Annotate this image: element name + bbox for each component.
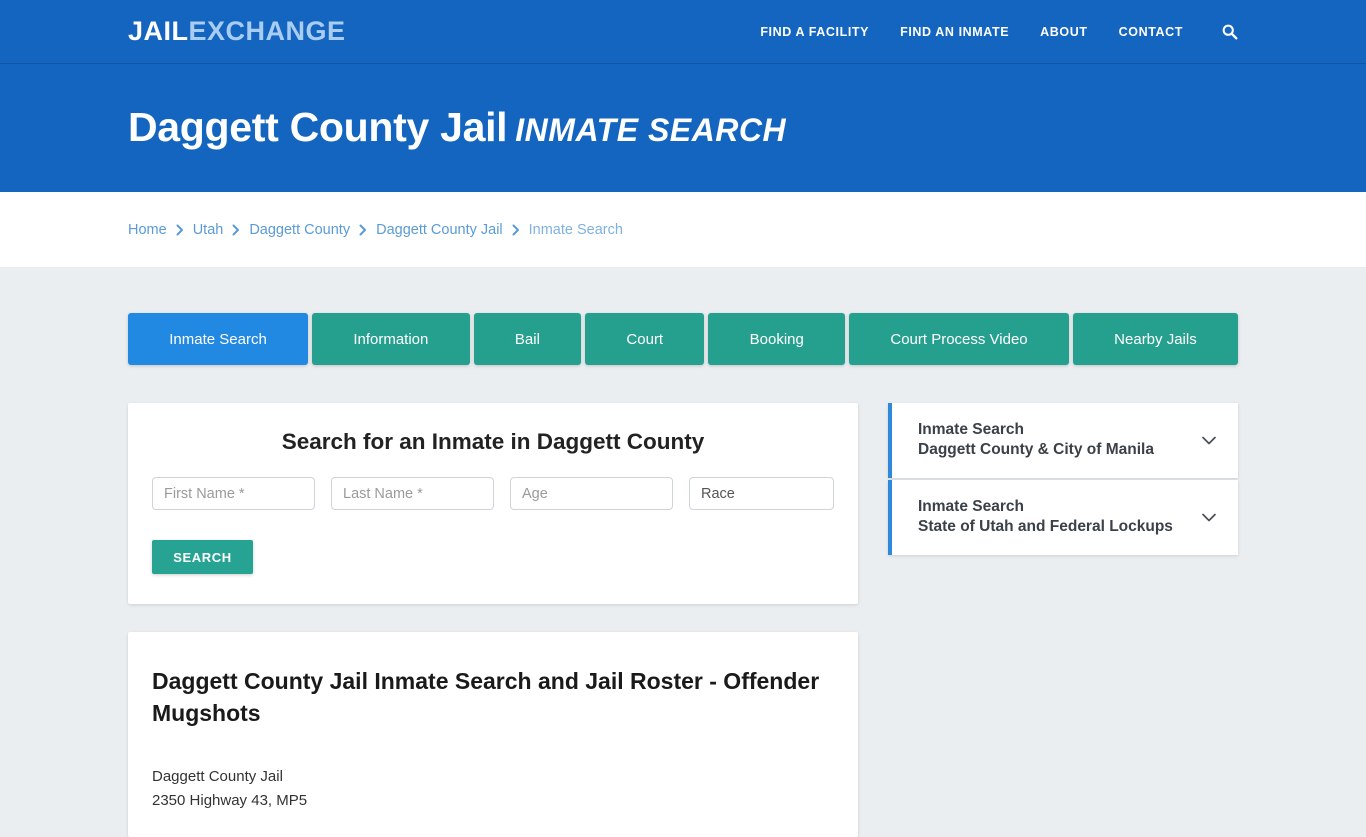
search-fields: Race — [152, 477, 834, 510]
breadcrumb-separator-icon — [176, 224, 184, 236]
article-card: Daggett County Jail Inmate Search and Ja… — [128, 632, 858, 837]
logo-text-primary: JAIL — [128, 16, 189, 46]
site-header: JAILEXCHANGE FIND A FACILITY FIND AN INM… — [0, 0, 1366, 64]
article-address-line-2: 2350 Highway 43, MP5 — [152, 792, 308, 810]
inmate-search-card: Search for an Inmate in Daggett County R… — [128, 403, 858, 604]
page-content: Inmate Search Information Bail Court Boo… — [0, 267, 1366, 837]
tab-court[interactable]: Court — [585, 313, 705, 365]
accordion-item-title: Inmate Search — [918, 497, 1024, 515]
tab-bail[interactable]: Bail — [473, 313, 582, 365]
search-button[interactable]: SEARCH — [152, 540, 253, 574]
sidebar: Inmate Search Daggett County & City of M… — [888, 403, 1238, 555]
breadcrumb-separator-icon — [232, 224, 240, 236]
nav-item-contact[interactable]: CONTACT — [1119, 25, 1183, 39]
section-tabs: Inmate Search Information Bail Court Boo… — [128, 267, 1238, 365]
page-title-main: Daggett County Jail — [128, 104, 508, 151]
accordion-item-text: Inmate Search Daggett County & City of M… — [918, 420, 1188, 461]
tab-booking[interactable]: Booking — [708, 313, 846, 365]
nav-item-find-an-inmate[interactable]: FIND AN INMATE — [900, 25, 1009, 39]
chevron-down-icon — [1198, 506, 1220, 528]
breadcrumb-item-daggett-county-jail[interactable]: Daggett County Jail — [376, 222, 503, 238]
chevron-down-icon — [1198, 429, 1220, 451]
breadcrumb: Home Utah Daggett County Daggett County … — [128, 222, 623, 238]
hero-banner: Daggett County Jail Inmate Search — [0, 64, 1366, 192]
race-select[interactable]: Race — [689, 477, 834, 510]
article-title: Daggett County Jail Inmate Search and Ja… — [152, 668, 820, 726]
breadcrumb-item-home[interactable]: Home — [128, 222, 167, 238]
tab-inmate-search[interactable]: Inmate Search — [128, 313, 309, 365]
page-title-sub: Inmate Search — [515, 112, 787, 149]
breadcrumb-item-utah[interactable]: Utah — [193, 222, 224, 238]
breadcrumb-separator-icon — [359, 224, 367, 236]
accordion-item-daggett-county[interactable]: Inmate Search Daggett County & City of M… — [888, 403, 1238, 478]
main-navigation: FIND A FACILITY FIND AN INMATE ABOUT CON… — [760, 23, 1238, 41]
breadcrumb-bar: Home Utah Daggett County Daggett County … — [0, 192, 1366, 267]
breadcrumb-item-daggett-county[interactable]: Daggett County — [249, 222, 350, 238]
logo-text-secondary: EXCHANGE — [188, 16, 346, 46]
accordion-item-subtitle: Daggett County & City of Manila — [918, 441, 1154, 459]
tab-court-process-video[interactable]: Court Process Video — [849, 313, 1069, 365]
main-column: Search for an Inmate in Daggett County R… — [128, 403, 858, 837]
accordion-item-title: Inmate Search — [918, 421, 1024, 438]
accordion-item-text: Inmate Search State of Utah and Federal … — [918, 497, 1188, 538]
content-columns: Search for an Inmate in Daggett County R… — [128, 403, 1238, 837]
nav-item-find-a-facility[interactable]: FIND A FACILITY — [760, 25, 869, 39]
accordion-item-subtitle: State of Utah and Federal Lockups — [918, 518, 1173, 536]
search-icon[interactable] — [1220, 23, 1238, 41]
page-title: Daggett County Jail Inmate Search — [128, 105, 786, 150]
first-name-input[interactable] — [152, 477, 315, 510]
last-name-input[interactable] — [331, 477, 494, 510]
search-heading: Search for an Inmate in Daggett County — [281, 429, 705, 454]
age-input[interactable] — [510, 477, 673, 510]
breadcrumb-separator-icon — [512, 224, 520, 236]
accordion-item-state-of-utah[interactable]: Inmate Search State of Utah and Federal … — [888, 479, 1238, 555]
site-logo[interactable]: JAILEXCHANGE — [128, 18, 346, 45]
tab-information[interactable]: Information — [312, 313, 470, 365]
article-address-line-1: Daggett County Jail — [152, 768, 283, 786]
nav-item-about[interactable]: ABOUT — [1040, 25, 1087, 39]
breadcrumb-item-inmate-search: Inmate Search — [528, 221, 623, 238]
sidebar-accordion: Inmate Search Daggett County & City of M… — [888, 403, 1238, 555]
tab-nearby-jails[interactable]: Nearby Jails — [1072, 313, 1238, 365]
